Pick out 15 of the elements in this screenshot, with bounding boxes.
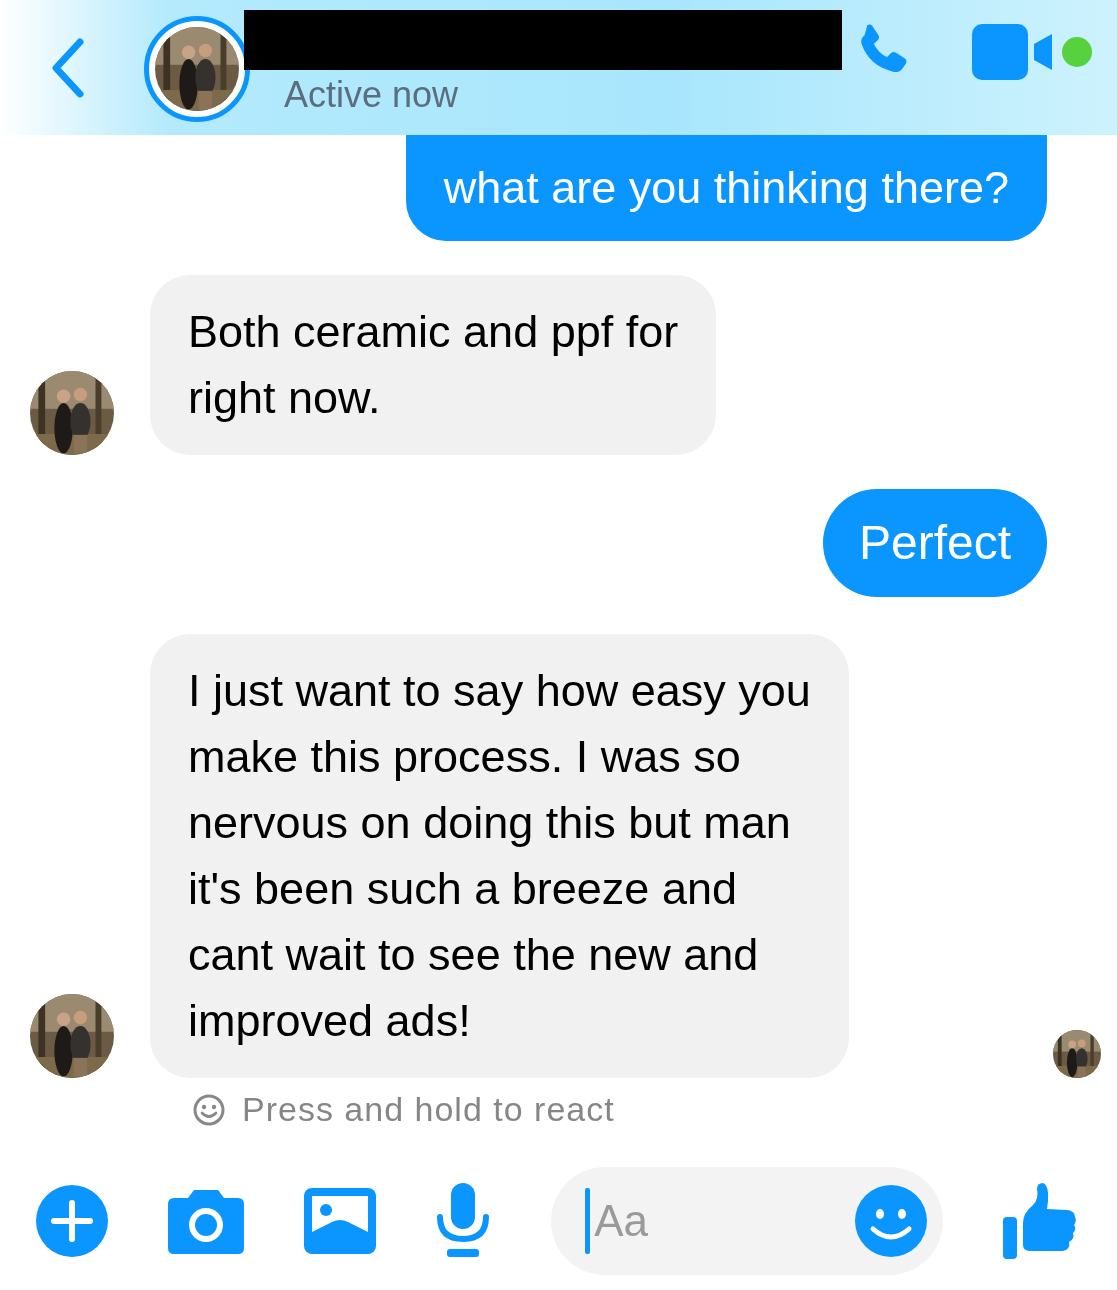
plus-icon[interactable] (36, 1185, 108, 1257)
thumbs-up-icon[interactable] (1003, 1183, 1077, 1259)
composer-field[interactable]: Aa (551, 1167, 944, 1275)
message-bubble: Perfect (822, 489, 1047, 597)
message-field[interactable]: Aa (590, 1196, 856, 1246)
smiley-icon[interactable] (855, 1185, 928, 1257)
image-icon[interactable] (303, 1188, 376, 1254)
message-bubble: I just want to say how easy you make this process. I was so nervous on doing this but man it's been such a breeze and cant wait to see the new and improved ads! (150, 634, 849, 1078)
camera-icon[interactable] (167, 1188, 244, 1254)
react-hint: Press and hold to react (192, 1090, 615, 1129)
message-bubble: Both ceramic and ppf for right now. (150, 275, 717, 455)
video-camera-icon[interactable] (972, 23, 1054, 80)
smiley-icon (192, 1092, 226, 1127)
microphone-icon[interactable] (435, 1183, 492, 1259)
back-icon[interactable] (50, 35, 86, 100)
